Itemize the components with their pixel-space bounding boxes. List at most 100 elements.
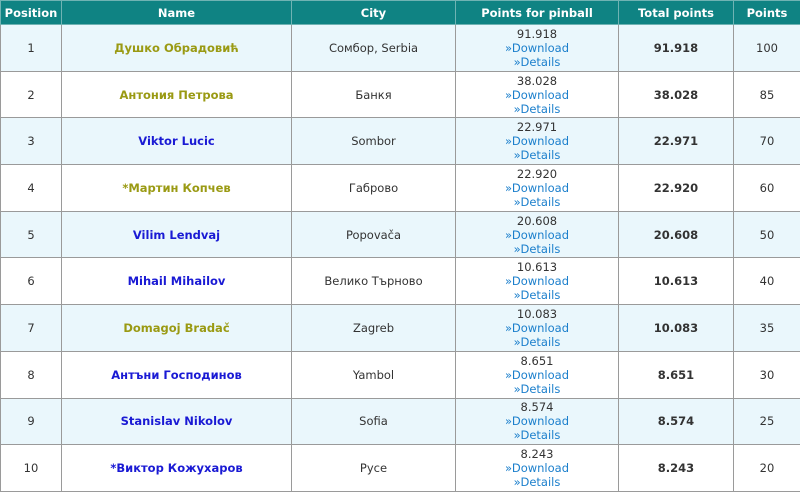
points-value: 70 xyxy=(760,134,775,148)
pinball-points-cell: 8.243 »Download »Details xyxy=(456,445,619,492)
position-cell: 9 xyxy=(1,398,62,445)
details-link[interactable]: »Details xyxy=(456,288,618,302)
total-points-cell: 20.608 xyxy=(619,211,734,258)
points-cell: 30 xyxy=(734,351,800,398)
total-points-cell: 22.920 xyxy=(619,165,734,212)
details-link[interactable]: »Details xyxy=(456,242,618,256)
city-value: Сомбор, Serbia xyxy=(329,41,418,55)
download-link[interactable]: »Download xyxy=(456,414,618,428)
details-link[interactable]: »Details xyxy=(456,428,618,442)
player-name: Domagoj Bradač xyxy=(123,321,229,335)
header-points[interactable]: Points xyxy=(734,1,800,25)
position-cell: 10 xyxy=(1,445,62,492)
player-name: Антъни Господинов xyxy=(111,368,242,382)
details-link[interactable]: »Details xyxy=(456,195,618,209)
player-name: *Виктор Кожухаров xyxy=(110,461,242,475)
name-cell: Mihail Mihailov xyxy=(62,258,292,305)
total-points-value: 8.651 xyxy=(658,368,694,382)
position-cell: 4 xyxy=(1,165,62,212)
points-cell: 100 xyxy=(734,25,800,72)
name-cell: Domagoj Bradač xyxy=(62,305,292,352)
position-cell: 6 xyxy=(1,258,62,305)
pinball-points-cell: 8.651 »Download »Details xyxy=(456,351,619,398)
table-row: 1 Душко Обрадовић Сомбор, Serbia 91.918 … xyxy=(1,25,800,72)
total-points-value: 8.243 xyxy=(658,461,694,475)
city-cell: Габрово xyxy=(292,165,456,212)
details-link[interactable]: »Details xyxy=(456,475,618,489)
table-row: 4 *Мартин Копчев Габрово 22.920 »Downloa… xyxy=(1,165,800,212)
pinball-points-cell: 38.028 »Download »Details xyxy=(456,71,619,118)
details-link[interactable]: »Details xyxy=(456,382,618,396)
points-cell: 50 xyxy=(734,211,800,258)
pinball-points-cell: 20.608 »Download »Details xyxy=(456,211,619,258)
total-points-value: 38.028 xyxy=(654,88,698,102)
position-value: 10 xyxy=(24,461,39,475)
position-cell: 8 xyxy=(1,351,62,398)
position-value: 8 xyxy=(27,368,34,382)
download-link[interactable]: »Download xyxy=(456,228,618,242)
details-link[interactable]: »Details xyxy=(456,55,618,69)
pinball-points-value: 8.574 xyxy=(456,400,618,414)
name-cell: *Мартин Копчев xyxy=(62,165,292,212)
table-row: 9 Stanislav Nikolov Sofia 8.574 »Downloa… xyxy=(1,398,800,445)
pinball-points-group: 20.608 »Download »Details xyxy=(456,214,618,256)
download-link[interactable]: »Download xyxy=(456,134,618,148)
city-value: Yambol xyxy=(353,368,394,382)
city-value: Габрово xyxy=(349,181,398,195)
download-link[interactable]: »Download xyxy=(456,41,618,55)
pinball-points-cell: 10.613 »Download »Details xyxy=(456,258,619,305)
header-position[interactable]: Position xyxy=(1,1,62,25)
city-cell: Zagreb xyxy=(292,305,456,352)
position-value: 9 xyxy=(27,414,34,428)
pinball-points-group: 91.918 »Download »Details xyxy=(456,27,618,69)
pinball-points-value: 22.971 xyxy=(456,120,618,134)
total-points-value: 10.613 xyxy=(654,274,698,288)
pinball-points-cell: 22.971 »Download »Details xyxy=(456,118,619,165)
name-cell: Viktor Lucic xyxy=(62,118,292,165)
header-total-points[interactable]: Total points xyxy=(619,1,734,25)
total-points-cell: 10.613 xyxy=(619,258,734,305)
download-link[interactable]: »Download xyxy=(456,88,618,102)
download-link[interactable]: »Download xyxy=(456,181,618,195)
details-link[interactable]: »Details xyxy=(456,102,618,116)
details-link[interactable]: »Details xyxy=(456,148,618,162)
download-link[interactable]: »Download xyxy=(456,368,618,382)
city-cell: Сомбор, Serbia xyxy=(292,25,456,72)
city-cell: Русе xyxy=(292,445,456,492)
header-city[interactable]: City xyxy=(292,1,456,25)
name-cell: Антония Петрова xyxy=(62,71,292,118)
points-value: 50 xyxy=(760,228,775,242)
pinball-points-value: 38.028 xyxy=(456,74,618,88)
total-points-value: 22.920 xyxy=(654,181,698,195)
player-name: Душко Обрадовић xyxy=(114,41,238,55)
details-link[interactable]: »Details xyxy=(456,335,618,349)
name-cell: *Виктор Кожухаров xyxy=(62,445,292,492)
download-link[interactable]: »Download xyxy=(456,461,618,475)
pinball-points-value: 10.083 xyxy=(456,307,618,321)
position-value: 5 xyxy=(27,228,34,242)
position-cell: 3 xyxy=(1,118,62,165)
ranking-table: Position Name City Points for pinball To… xyxy=(0,0,800,492)
header-pinball-points[interactable]: Points for pinball xyxy=(456,1,619,25)
points-cell: 60 xyxy=(734,165,800,212)
total-points-cell: 8.243 xyxy=(619,445,734,492)
city-cell: Sofia xyxy=(292,398,456,445)
points-cell: 25 xyxy=(734,398,800,445)
position-value: 6 xyxy=(27,274,34,288)
pinball-points-value: 22.920 xyxy=(456,167,618,181)
download-link[interactable]: »Download xyxy=(456,274,618,288)
pinball-points-group: 10.083 »Download »Details xyxy=(456,307,618,349)
points-value: 60 xyxy=(760,181,775,195)
header-name[interactable]: Name xyxy=(62,1,292,25)
download-link[interactable]: »Download xyxy=(456,321,618,335)
total-points-value: 91.918 xyxy=(654,41,698,55)
player-name: Mihail Mihailov xyxy=(128,274,226,288)
table-body: 1 Душко Обрадовић Сомбор, Serbia 91.918 … xyxy=(1,25,800,492)
player-name: *Мартин Копчев xyxy=(122,181,230,195)
points-value: 35 xyxy=(760,321,775,335)
points-value: 40 xyxy=(760,274,775,288)
pinball-points-value: 8.243 xyxy=(456,447,618,461)
table-row: 7 Domagoj Bradač Zagreb 10.083 »Download… xyxy=(1,305,800,352)
pinball-points-cell: 22.920 »Download »Details xyxy=(456,165,619,212)
city-cell: Банкя xyxy=(292,71,456,118)
